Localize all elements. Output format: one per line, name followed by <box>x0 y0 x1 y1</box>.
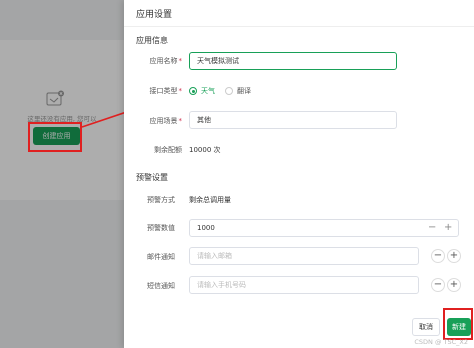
quota-value: 10000 次 <box>189 146 221 154</box>
highlight-box-create-app <box>28 122 82 152</box>
sms-remove-button[interactable]: − <box>431 278 445 292</box>
sms-input[interactable]: 请输入手机号码 <box>189 276 419 294</box>
threshold-plus-icon[interactable]: + <box>444 220 452 236</box>
alert-method-label: 预警方式 <box>147 196 175 204</box>
scene-label: 应用场景* <box>149 117 183 125</box>
alert-threshold-label: 预警数值 <box>147 224 175 232</box>
email-input[interactable]: 请输入邮箱 <box>189 247 419 265</box>
modal-overlay[interactable] <box>0 0 124 348</box>
email-remove-button[interactable]: − <box>431 249 445 263</box>
email-add-button[interactable]: + <box>447 249 461 263</box>
watermark: CSDN @ TSC_X2 <box>414 338 468 346</box>
alert-threshold-input[interactable]: 1000 <box>189 219 459 237</box>
radio-checked-icon <box>189 87 197 95</box>
divider <box>124 26 474 27</box>
email-notify-label: 邮件通知 <box>147 253 175 261</box>
section-title-alert: 预警设置 <box>136 173 168 182</box>
cancel-button[interactable]: 取消 <box>412 318 440 336</box>
radio-unchecked-icon <box>225 87 233 95</box>
alert-method-value: 剩余总调用量 <box>189 196 231 204</box>
radio-weather[interactable]: 天气 <box>189 86 215 96</box>
section-title-app-info: 应用信息 <box>136 36 168 45</box>
sms-add-button[interactable]: + <box>447 278 461 292</box>
radio-translate[interactable]: 翻译 <box>225 86 251 96</box>
scene-select[interactable]: 其他 <box>189 111 397 129</box>
drawer-title: 应用设置 <box>136 10 173 20</box>
sms-notify-label: 短信通知 <box>147 282 175 290</box>
app-name-label: 应用名称* <box>149 57 183 65</box>
threshold-minus-icon[interactable]: − <box>428 220 436 236</box>
app-name-input[interactable]: 天气模拟测试 <box>189 52 397 70</box>
quota-label: 剩余配额 <box>154 146 182 154</box>
app-settings-drawer: 应用设置 应用信息 应用名称* 天气模拟测试 接口类型* 天气 翻译 应用场景*… <box>124 0 474 348</box>
highlight-box-create <box>443 308 473 340</box>
interface-type-label: 接口类型* <box>149 87 183 95</box>
